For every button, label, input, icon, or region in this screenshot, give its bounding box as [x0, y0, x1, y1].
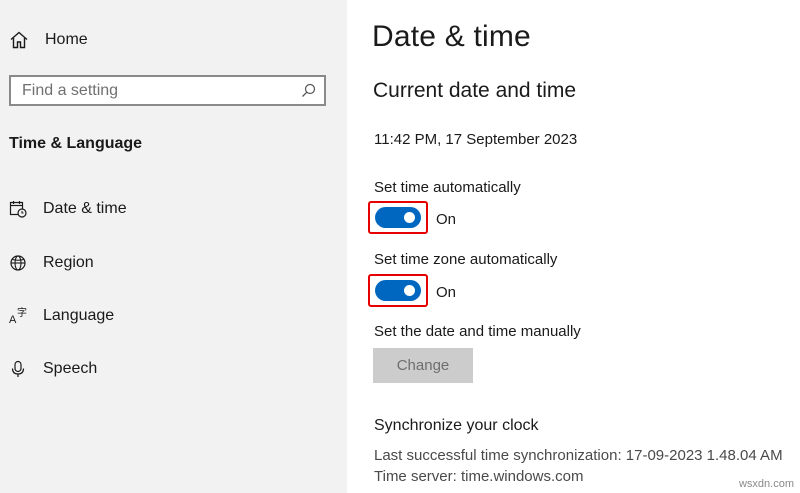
calendar-clock-icon — [9, 201, 27, 218]
set-timezone-auto-toggle[interactable] — [375, 280, 421, 301]
section-title: Current date and time — [373, 79, 577, 102]
current-datetime: 11:42 PM, 17 September 2023 — [374, 131, 578, 148]
sidebar-item-language[interactable]: A 字 Language — [9, 305, 114, 327]
sidebar-item-label: Date & time — [43, 200, 127, 217]
sidebar-item-region[interactable]: Region — [9, 252, 94, 274]
sidebar-item-date-time[interactable]: Date & time — [9, 198, 127, 220]
toggle-knob — [404, 285, 415, 296]
set-time-auto-toggle[interactable] — [375, 207, 421, 228]
set-time-auto-label: Set time automatically — [374, 179, 521, 196]
sidebar-group-title: Time & Language — [9, 135, 143, 152]
page-title: Date & time — [372, 20, 531, 53]
last-sync-text: Last successful time synchronization: 17… — [374, 447, 783, 464]
set-time-auto-highlight — [368, 201, 428, 234]
change-button[interactable]: Change — [373, 348, 473, 383]
set-timezone-auto-highlight — [368, 274, 428, 307]
sidebar-item-speech[interactable]: Speech — [9, 358, 97, 380]
search-input[interactable]: Find a setting — [9, 75, 326, 106]
set-timezone-auto-label: Set time zone automatically — [374, 251, 558, 268]
sidebar-item-label: Region — [43, 254, 94, 271]
sidebar-item-label: Speech — [43, 360, 98, 377]
toggle-knob — [404, 212, 415, 223]
search-icon[interactable] — [301, 83, 316, 98]
sync-title: Synchronize your clock — [374, 417, 539, 434]
manual-datetime-label: Set the date and time manually — [374, 323, 581, 340]
sidebar-item-label: Language — [43, 307, 115, 324]
set-time-auto-state: On — [436, 211, 457, 228]
watermark: wsxdn.com — [738, 478, 794, 490]
home-link[interactable]: Home — [9, 28, 88, 52]
settings-content: Date & time Current date and time 11:42 … — [347, 0, 800, 493]
language-icon: A 字 — [9, 307, 27, 325]
home-label: Home — [45, 31, 88, 48]
microphone-icon — [11, 360, 25, 377]
home-icon — [10, 31, 28, 49]
globe-icon — [10, 255, 26, 271]
set-timezone-auto-state: On — [436, 284, 457, 301]
svg-text:A: A — [9, 314, 17, 325]
search-placeholder: Find a setting — [22, 81, 119, 99]
sidebar: Home Find a setting Time & Language Date… — [0, 0, 347, 493]
svg-text:字: 字 — [17, 307, 27, 319]
time-server-text: Time server: time.windows.com — [374, 468, 584, 485]
